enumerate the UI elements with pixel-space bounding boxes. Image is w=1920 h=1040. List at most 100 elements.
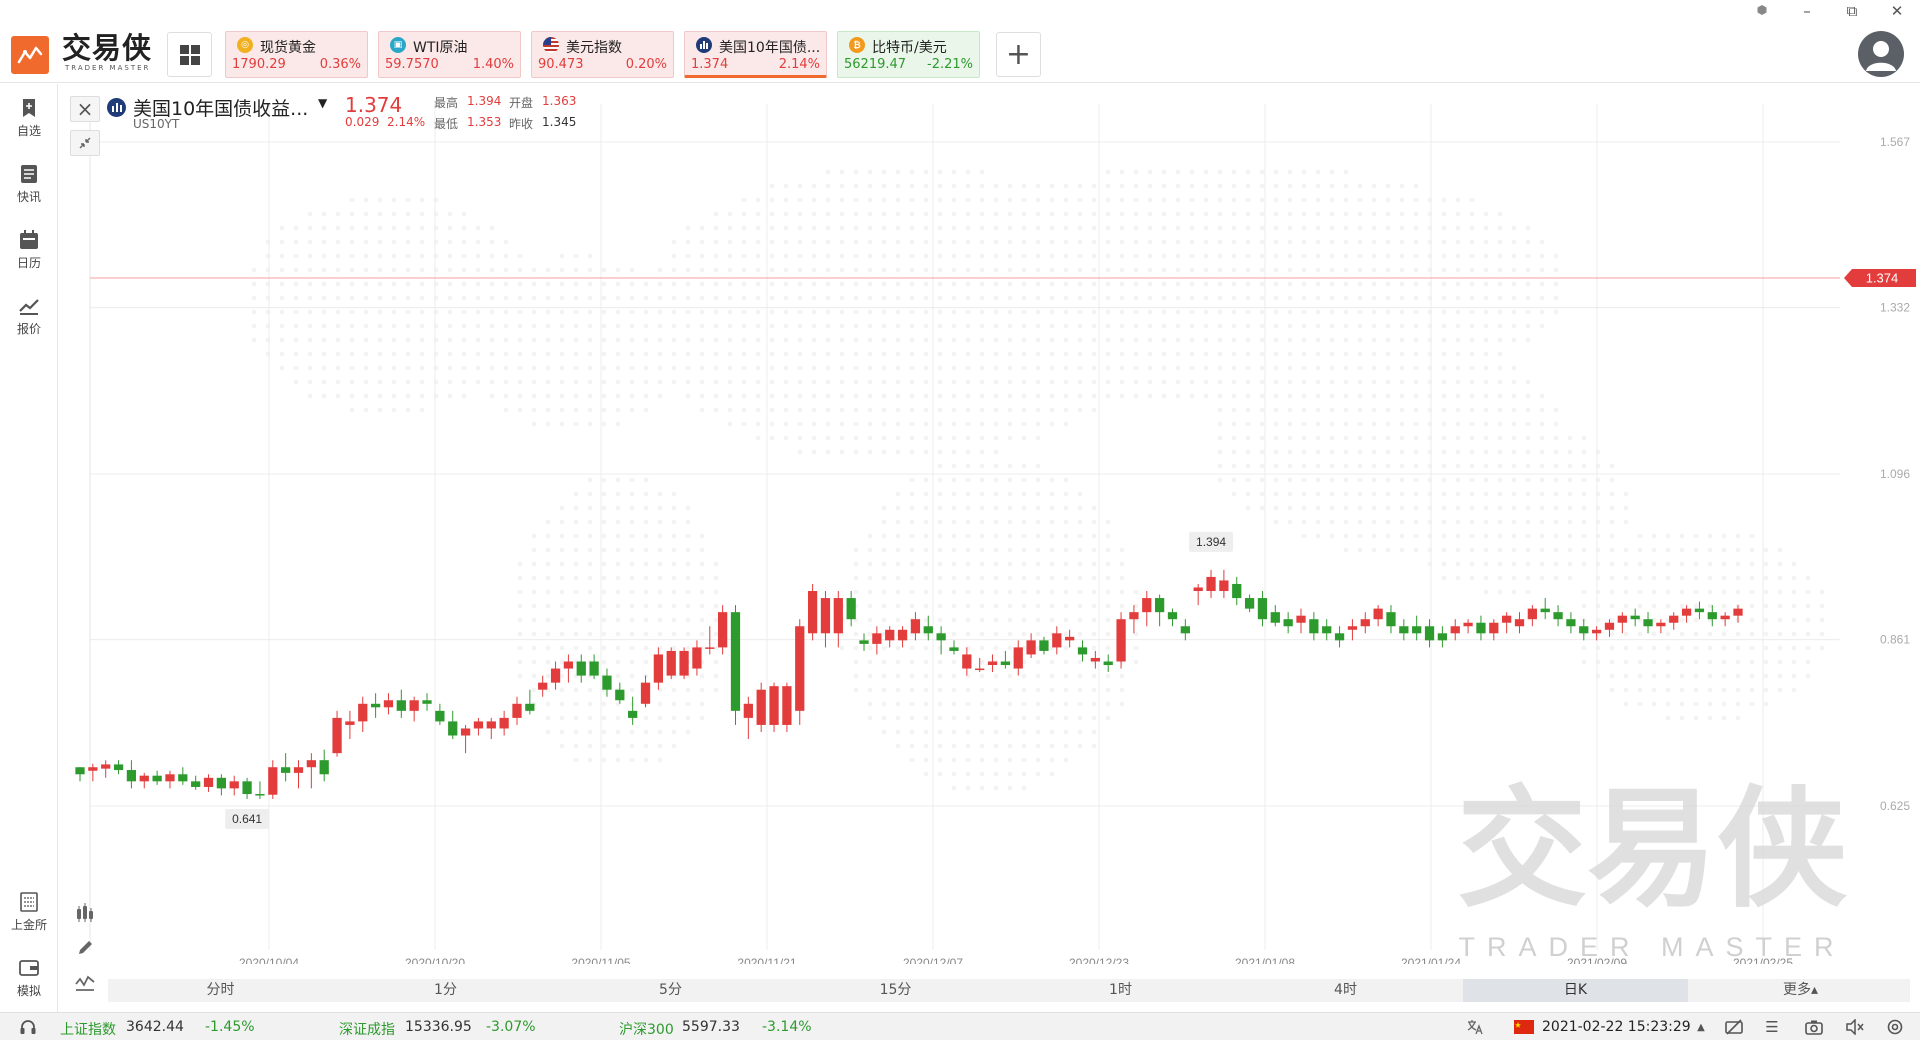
candle-body: [987, 661, 998, 666]
menu-icon[interactable]: ☰: [1762, 1018, 1782, 1036]
period-tab-15min[interactable]: 15分: [783, 979, 1008, 1002]
candle-body: [1412, 626, 1422, 634]
candle-body: [1334, 633, 1345, 641]
display-toggle-icon[interactable]: [1724, 1018, 1744, 1036]
candle-body: [178, 774, 188, 782]
plus-icon: +: [1005, 37, 1032, 72]
index-name[interactable]: 深证成指: [339, 1019, 395, 1039]
chart-line-icon: [19, 299, 39, 315]
candle-body: [1707, 612, 1717, 620]
candle-body: [962, 654, 972, 669]
candle-body: [949, 647, 959, 651]
ticker-us10y[interactable]: 美国10年国债... 1.374 2.14%: [684, 31, 827, 78]
sidebar-item-news[interactable]: 快讯: [0, 164, 58, 205]
caret-up-icon[interactable]: ▲: [1691, 1018, 1711, 1036]
sidebar-item-quotes[interactable]: 报价: [0, 296, 58, 337]
candle-body: [589, 661, 599, 676]
candle-body: [1000, 661, 1011, 666]
open-label: 开盘: [509, 96, 534, 110]
layout-grid-button[interactable]: [167, 32, 212, 77]
headset-icon[interactable]: [18, 1018, 38, 1036]
sidebar-item-sge[interactable]: 上金所: [0, 892, 58, 933]
candle-body: [692, 647, 702, 669]
settings-icon[interactable]: [1750, 2, 1774, 20]
translate-icon[interactable]: [1465, 1018, 1485, 1036]
candle-body: [743, 703, 753, 718]
candle-body: [897, 629, 908, 641]
restore-icon[interactable]: ⧉: [1840, 2, 1864, 20]
candle-body: [1681, 608, 1692, 616]
y-tick-label: 0.861: [1880, 633, 1910, 647]
candle-body: [679, 650, 689, 676]
candle-body: [1463, 622, 1473, 627]
candlestick-chart[interactable]: 1.567 1.332 1.096 0.861 0.625 2020/10/04 2020/…: [60, 84, 1920, 964]
gold-icon: ◎: [237, 37, 253, 53]
close-window-icon[interactable]: ✕: [1885, 2, 1909, 20]
calendar-icon: [20, 230, 38, 249]
left-sidebar: 自选 快讯 日历 报价 上金所 模拟: [0, 84, 58, 1012]
symbol-dropdown-icon[interactable]: ▼: [318, 96, 327, 110]
index-change: -3.14%: [762, 1019, 812, 1035]
period-tab-1h[interactable]: 1时: [1008, 979, 1233, 1002]
candle-body: [718, 612, 728, 648]
ticker-oil[interactable]: ▣ WTI原油 59.7570 1.40%: [378, 31, 521, 78]
period-tab-more[interactable]: 更多▴: [1688, 979, 1913, 1002]
period-tab-5min[interactable]: 5分: [558, 979, 783, 1002]
candle-body: [936, 633, 946, 641]
candle-body: [422, 700, 432, 704]
candle-body: [319, 760, 329, 775]
sidebar-item-simulation[interactable]: 模拟: [0, 958, 58, 999]
bond-icon: [696, 37, 712, 53]
close-icon: ×: [76, 97, 94, 121]
indicator-button[interactable]: [70, 900, 100, 926]
candle-body: [1244, 598, 1255, 609]
close-chart-button[interactable]: ×: [70, 96, 100, 122]
mute-icon[interactable]: [1845, 1018, 1865, 1036]
candle-body: [1566, 619, 1576, 627]
candle-body: [435, 710, 445, 722]
candle-body: [332, 717, 342, 754]
settings-gear-icon[interactable]: [1885, 1018, 1905, 1036]
sidebar-item-calendar[interactable]: 日历: [0, 230, 58, 271]
x-tick-label: 2020/12/23: [1069, 956, 1129, 964]
camera-icon[interactable]: [1804, 1018, 1824, 1036]
ticker-bitcoin[interactable]: ₿ 比特币/美元 56219.47 -2.21%: [837, 31, 980, 78]
minimize-icon[interactable]: –: [1795, 2, 1819, 20]
index-name[interactable]: 上证指数: [60, 1019, 116, 1039]
candle-body: [281, 767, 291, 773]
candle-body: [1514, 619, 1525, 627]
y-tick-label: 1.567: [1880, 135, 1910, 149]
sidebar-item-watchlist[interactable]: 自选: [0, 98, 58, 139]
candle-body: [203, 777, 214, 787]
ticker-usd-index[interactable]: 美元指数 90.473 0.20%: [531, 31, 674, 78]
candle-body: [1206, 576, 1216, 592]
candle-body: [370, 703, 381, 708]
candle-body: [1502, 615, 1512, 623]
candle-body: [229, 781, 239, 789]
current-price-label: 1.374: [1866, 271, 1899, 286]
candle-body: [602, 675, 612, 690]
period-tab-daily[interactable]: 日K: [1463, 979, 1688, 1002]
candle-body: [242, 781, 252, 795]
chart-area[interactable]: 1.567 1.332 1.096 0.861 0.625 2020/10/04 2020/…: [60, 84, 1920, 964]
period-tab-timeshare[interactable]: 分时: [108, 979, 333, 1002]
candles-icon: [77, 903, 93, 922]
candle-body: [268, 767, 278, 795]
candle-body: [139, 775, 149, 782]
watermark-logo: 交易侠: [1457, 773, 1848, 925]
period-tab-1min[interactable]: 1分: [333, 979, 558, 1002]
period-tab-4h[interactable]: 4时: [1233, 979, 1458, 1002]
user-avatar[interactable]: [1858, 31, 1904, 77]
draw-button[interactable]: [70, 935, 100, 961]
analysis-button[interactable]: [70, 970, 100, 996]
candle-body: [1309, 619, 1319, 634]
y-tick-label: 1.332: [1880, 301, 1910, 315]
add-ticker-button[interactable]: +: [996, 32, 1041, 77]
min-price-label: 0.641: [232, 812, 262, 826]
ticker-price: 1.374: [691, 57, 729, 72]
ticker-gold[interactable]: ◎ 现货黄金 1790.29 0.36%: [225, 31, 368, 78]
index-name[interactable]: 沪深300: [619, 1019, 674, 1039]
oil-icon: ▣: [390, 37, 406, 53]
shrink-chart-button[interactable]: [70, 130, 100, 156]
ticker-change: 1.40%: [472, 57, 514, 72]
